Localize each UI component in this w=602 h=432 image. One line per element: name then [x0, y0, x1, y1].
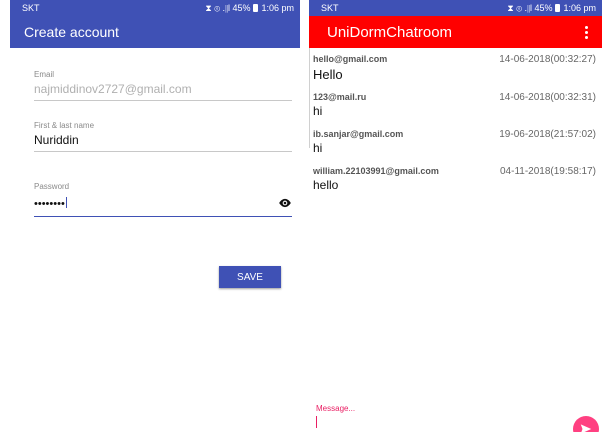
- message-sender: william.22103991@gmail.com: [313, 166, 439, 176]
- battery-icon: [555, 4, 561, 12]
- page-title: UniDormChatroom: [327, 23, 453, 41]
- status-indicators: ⧗ ⊚ .∥l 45% 1:06 pm: [507, 3, 596, 14]
- message-sender: ib.sanjar@gmail.com: [313, 129, 404, 139]
- name-label: First & last name: [34, 121, 95, 130]
- message-time: 04-11-2018(19:58:17): [500, 166, 596, 177]
- send-button[interactable]: [573, 416, 599, 432]
- message-text: hi: [313, 104, 323, 118]
- message-item[interactable]: hello@gmail.com 14-06-2018(00:32:27) Hel…: [309, 48, 602, 85]
- message-placeholder: Message...: [316, 404, 356, 413]
- app-bar: UniDormChatroom: [309, 16, 602, 48]
- chatroom-screen: SKT ⧗ ⊚ .∥l 45% 1:06 pm UniDormChatroom …: [309, 0, 602, 432]
- email-label: Email: [34, 70, 55, 79]
- message-list[interactable]: hello@gmail.com 14-06-2018(00:32:27) Hel…: [309, 48, 602, 196]
- name-field[interactable]: First & last name Nuriddin: [34, 121, 292, 152]
- password-input[interactable]: ••••••••: [34, 194, 67, 212]
- message-item[interactable]: ib.sanjar@gmail.com 19-06-2018(21:57:02)…: [309, 122, 602, 159]
- carrier-label: SKT: [321, 3, 339, 13]
- password-field[interactable]: Password ••••••••: [34, 182, 292, 217]
- overflow-menu-icon[interactable]: [580, 25, 592, 39]
- message-input[interactable]: Message...: [316, 404, 586, 428]
- message-text: Hello: [313, 67, 343, 82]
- eye-icon[interactable]: [278, 198, 292, 208]
- message-sender: 123@mail.ru: [313, 92, 367, 102]
- password-input-row[interactable]: ••••••••: [34, 191, 292, 217]
- email-input[interactable]: najmiddinov2727@gmail.com: [34, 79, 292, 101]
- clock: 1:06 pm: [563, 3, 596, 13]
- message-time: 14-06-2018(00:32:27): [499, 54, 596, 65]
- name-input[interactable]: Nuriddin: [34, 130, 292, 152]
- message-sender: hello@gmail.com: [313, 54, 388, 64]
- save-button[interactable]: SAVE: [219, 266, 281, 288]
- page-title: Create account: [24, 24, 119, 40]
- message-time: 14-06-2018(00:32:31): [499, 92, 596, 103]
- carrier-label: SKT: [22, 3, 40, 13]
- status-bar: SKT ⧗ ⊚ .∥l 45% 1:06 pm: [309, 0, 602, 16]
- status-indicators: ⧗ ⊚ .∥l 45% 1:06 pm: [205, 3, 294, 14]
- message-item[interactable]: 123@mail.ru 14-06-2018(00:32:31) hi: [309, 85, 602, 122]
- message-item[interactable]: william.22103991@gmail.com 04-11-2018(19…: [309, 159, 602, 196]
- message-time: 19-06-2018(21:57:02): [499, 129, 596, 140]
- battery-icon: [253, 4, 259, 12]
- app-bar: Create account: [10, 16, 300, 48]
- signal-status: ⧗ ⊚ .∥l 45%: [205, 2, 251, 13]
- send-icon: [580, 424, 592, 432]
- text-cursor: [316, 416, 317, 428]
- password-dots: ••••••••: [34, 198, 65, 210]
- clock: 1:06 pm: [261, 3, 294, 13]
- message-text: hello: [313, 178, 339, 192]
- signal-status: ⧗ ⊚ .∥l 45%: [507, 2, 553, 13]
- create-account-screen: SKT ⧗ ⊚ .∥l 45% 1:06 pm Create account E…: [10, 0, 300, 432]
- password-label: Password: [34, 182, 70, 191]
- text-cursor: [65, 197, 67, 209]
- email-field[interactable]: Email najmiddinov2727@gmail.com: [34, 70, 292, 101]
- status-bar: SKT ⧗ ⊚ .∥l 45% 1:06 pm: [10, 0, 300, 16]
- message-text: hi: [313, 141, 323, 155]
